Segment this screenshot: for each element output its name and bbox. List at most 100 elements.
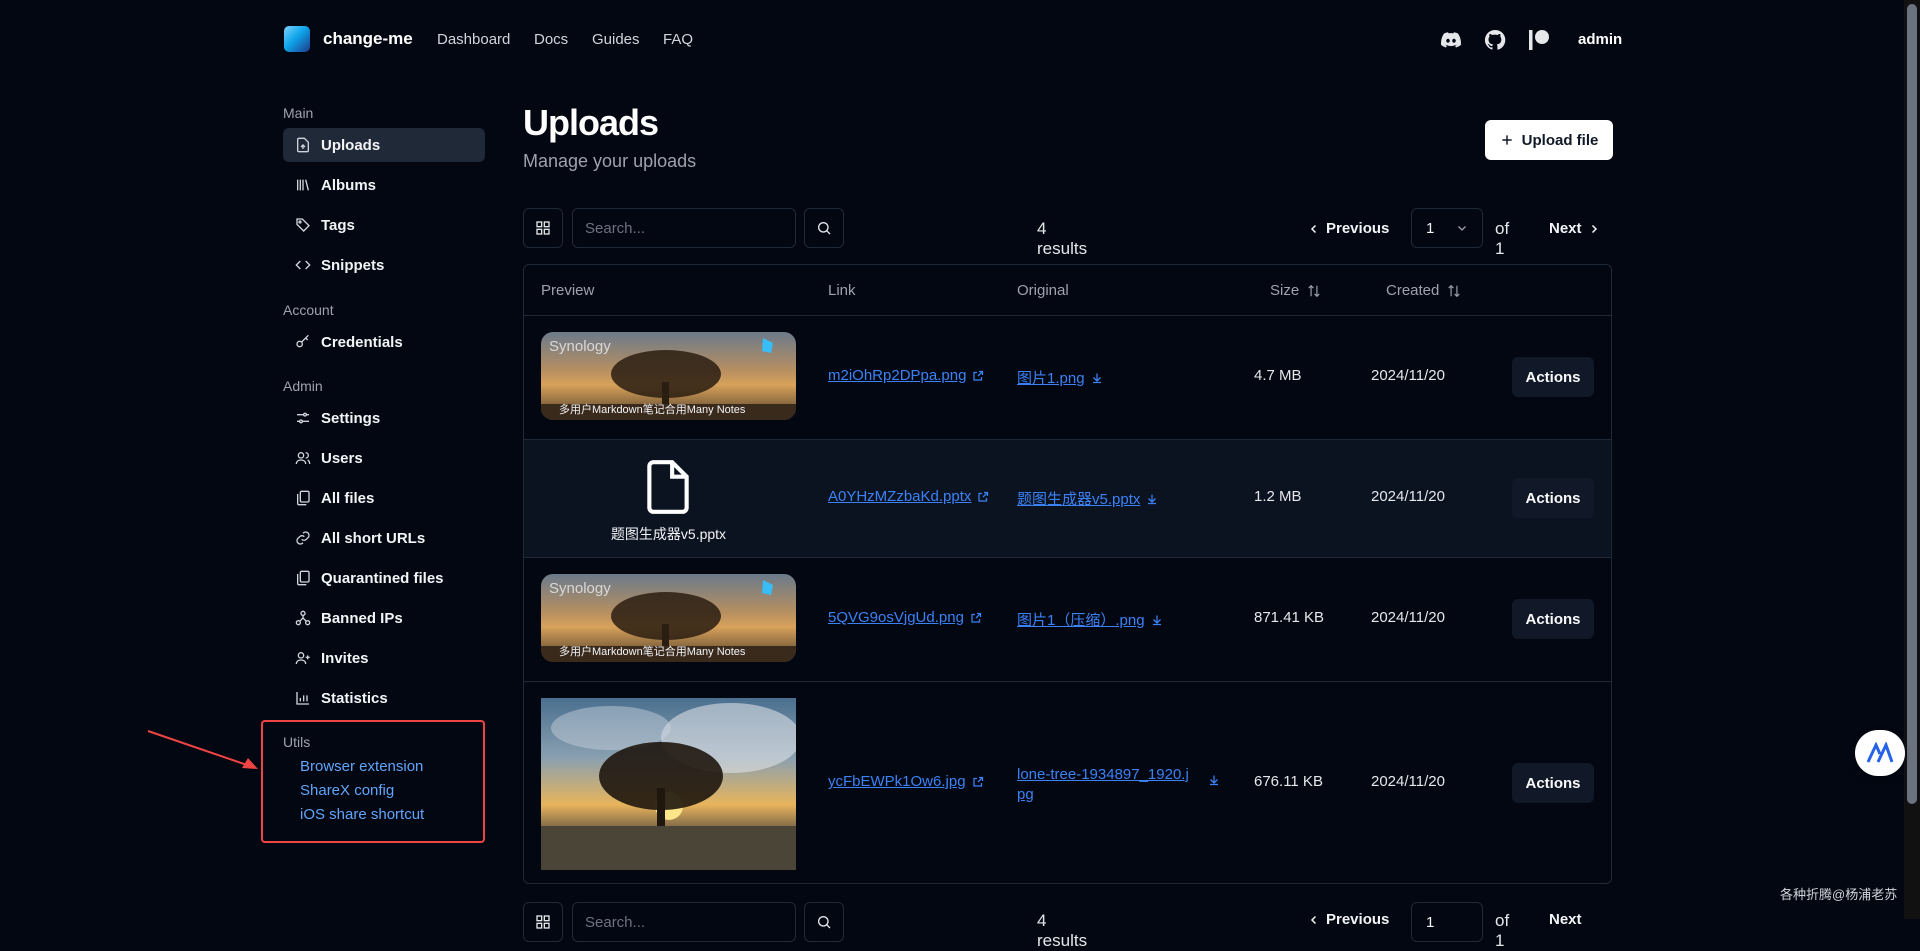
sidebar-item-quarantined-files[interactable]: Quarantined files — [283, 561, 485, 595]
actions-button[interactable]: Actions — [1512, 763, 1594, 803]
nav-faq[interactable]: FAQ — [663, 31, 693, 48]
original-file-link[interactable]: lone-tree-1934897_1920.jpg — [1017, 765, 1197, 805]
short-link-text: m2iOhRp2DPpa.png — [828, 367, 967, 384]
previous-page-button-bottom[interactable]: Previous — [1308, 911, 1389, 928]
floating-assistant-button[interactable] — [1855, 730, 1905, 776]
preview-overlay-text: Synology — [549, 338, 611, 355]
sidebar-item-all-short-urls[interactable]: All short URLs — [283, 521, 485, 555]
external-link-icon — [977, 491, 989, 503]
column-header-size[interactable]: Size — [1270, 282, 1321, 299]
original-file-text: 题图生成器v5.pptx — [1017, 491, 1141, 508]
brand-logo[interactable] — [284, 26, 310, 52]
key-icon — [295, 334, 311, 350]
sidebar-item-banned-ips[interactable]: Banned IPs — [283, 601, 485, 635]
sidebar-item-users[interactable]: Users — [283, 441, 485, 475]
chevron-left-icon — [1308, 223, 1320, 235]
plus-icon — [1500, 133, 1514, 147]
preview-caption: 多用户Markdown笔记合用Many Notes — [559, 646, 746, 658]
sidebar-item-all-files[interactable]: All files — [283, 481, 485, 515]
scrollbar-thumb[interactable] — [1907, 4, 1917, 804]
file-size: 676.11 KB — [1254, 773, 1323, 790]
download-icon[interactable] — [1208, 774, 1220, 786]
short-link[interactable]: A0YHzMZzbaKd.pptx — [828, 488, 989, 505]
util-browser-extension-link[interactable]: Browser extension — [300, 758, 423, 775]
util-sharex-config-link[interactable]: ShareX config — [300, 782, 394, 799]
page-total: of 1 — [1495, 219, 1510, 258]
original-file-link[interactable]: 图片1（压缩）.png — [1017, 609, 1163, 630]
actions-button[interactable]: Actions — [1512, 357, 1594, 397]
sort-icon — [1307, 284, 1321, 298]
page-select[interactable]: 1 — [1411, 208, 1483, 248]
column-header-created[interactable]: Created — [1386, 282, 1461, 299]
user-menu[interactable]: admin — [1578, 31, 1622, 48]
preview-photo[interactable] — [541, 698, 796, 870]
sidebar-item-settings[interactable]: Settings — [283, 401, 485, 435]
previous-label: Previous — [1326, 220, 1390, 237]
section-utils-label: Utils — [283, 734, 311, 750]
discord-icon[interactable] — [1439, 28, 1463, 52]
search-button[interactable] — [804, 208, 844, 248]
next-page-button-bottom[interactable]: Next — [1549, 911, 1582, 928]
short-link[interactable]: 5QVG9osVjgUd.png — [828, 609, 982, 626]
preview-thumbnail[interactable]: Synology 多用户Markdown笔记合用Many Notes — [541, 574, 796, 662]
preview-thumbnail[interactable]: Synology 多用户Markdown笔记合用Many Notes — [541, 332, 796, 420]
short-link[interactable]: ycFbEWPk1Ow6.jpg — [828, 773, 984, 790]
sidebar-item-tags[interactable]: Tags — [283, 208, 485, 242]
util-ios-share-shortcut-link[interactable]: iOS share shortcut — [300, 806, 424, 823]
sidebar-item-label: Settings — [321, 409, 381, 427]
search-input-bottom[interactable] — [572, 902, 796, 942]
short-link-text: 5QVG9osVjgUd.png — [828, 609, 964, 626]
user-plus-icon — [295, 650, 311, 666]
sidebar-item-label: Quarantined files — [321, 569, 444, 587]
sidebar-item-statistics[interactable]: Statistics — [283, 681, 485, 715]
nav-docs[interactable]: Docs — [534, 31, 568, 48]
network-icon — [295, 610, 311, 626]
patreon-icon[interactable] — [1527, 28, 1551, 52]
chevron-down-icon — [1456, 222, 1468, 234]
grid-view-button[interactable] — [523, 208, 563, 248]
created-date: 2024/11/20 — [1371, 488, 1445, 505]
search-input[interactable] — [572, 208, 796, 248]
sidebar-item-credentials[interactable]: Credentials — [283, 325, 485, 359]
next-page-button[interactable]: Next — [1549, 220, 1600, 237]
sidebar-item-uploads[interactable]: Uploads — [283, 128, 485, 162]
preview-file-placeholder[interactable]: 题图生成器v5.pptx — [541, 454, 796, 546]
search-button-bottom[interactable] — [804, 902, 844, 942]
file-upload-icon — [295, 137, 311, 153]
nav-dashboard[interactable]: Dashboard — [437, 31, 510, 48]
table-row: Synology 多用户Markdown笔记合用Many Notes m2iOh… — [524, 315, 1611, 439]
sidebar-item-invites[interactable]: Invites — [283, 641, 485, 675]
column-header-preview: Preview — [541, 282, 595, 299]
results-count-bottom: 4 results — [1037, 911, 1088, 950]
sidebar-item-label: Credentials — [321, 333, 403, 351]
original-file-link[interactable]: 题图生成器v5.pptx — [1017, 488, 1158, 509]
actions-button[interactable]: Actions — [1512, 478, 1594, 518]
watermark-text: 各种折腾@杨浦老苏 — [1780, 887, 1898, 902]
original-file-text: 图片1.png — [1017, 370, 1085, 387]
previous-page-button[interactable]: Previous — [1308, 220, 1389, 237]
link-icon — [295, 530, 311, 546]
preview-overlay-text: Synology — [549, 580, 611, 597]
sidebar-item-label: Statistics — [321, 689, 388, 707]
brand-name[interactable]: change-me — [323, 29, 413, 49]
sidebar-item-albums[interactable]: Albums — [283, 168, 485, 202]
github-icon[interactable] — [1483, 28, 1507, 52]
short-link[interactable]: m2iOhRp2DPpa.png — [828, 367, 984, 384]
grid-view-button-bottom[interactable] — [523, 902, 563, 942]
nav-guides[interactable]: Guides — [592, 31, 640, 48]
assistant-logo-icon — [1866, 742, 1894, 764]
upload-file-button[interactable]: Upload file — [1485, 120, 1613, 160]
page-title: Uploads — [523, 102, 659, 143]
search-icon — [816, 914, 832, 930]
sidebar-item-label: Invites — [321, 649, 369, 667]
chevron-left-icon — [1308, 914, 1320, 926]
library-icon — [295, 177, 311, 193]
sidebar-item-snippets[interactable]: Snippets — [283, 248, 485, 282]
page-select-bottom[interactable]: 1 — [1411, 902, 1483, 942]
actions-button[interactable]: Actions — [1512, 599, 1594, 639]
external-link-icon — [970, 612, 982, 624]
table-row: Synology 多用户Markdown笔记合用Many Notes 5QVG9… — [524, 557, 1611, 681]
search-icon — [816, 220, 832, 236]
table-row: ycFbEWPk1Ow6.jpg lone-tree-1934897_1920.… — [524, 681, 1611, 883]
original-file-link[interactable]: 图片1.png — [1017, 367, 1103, 388]
